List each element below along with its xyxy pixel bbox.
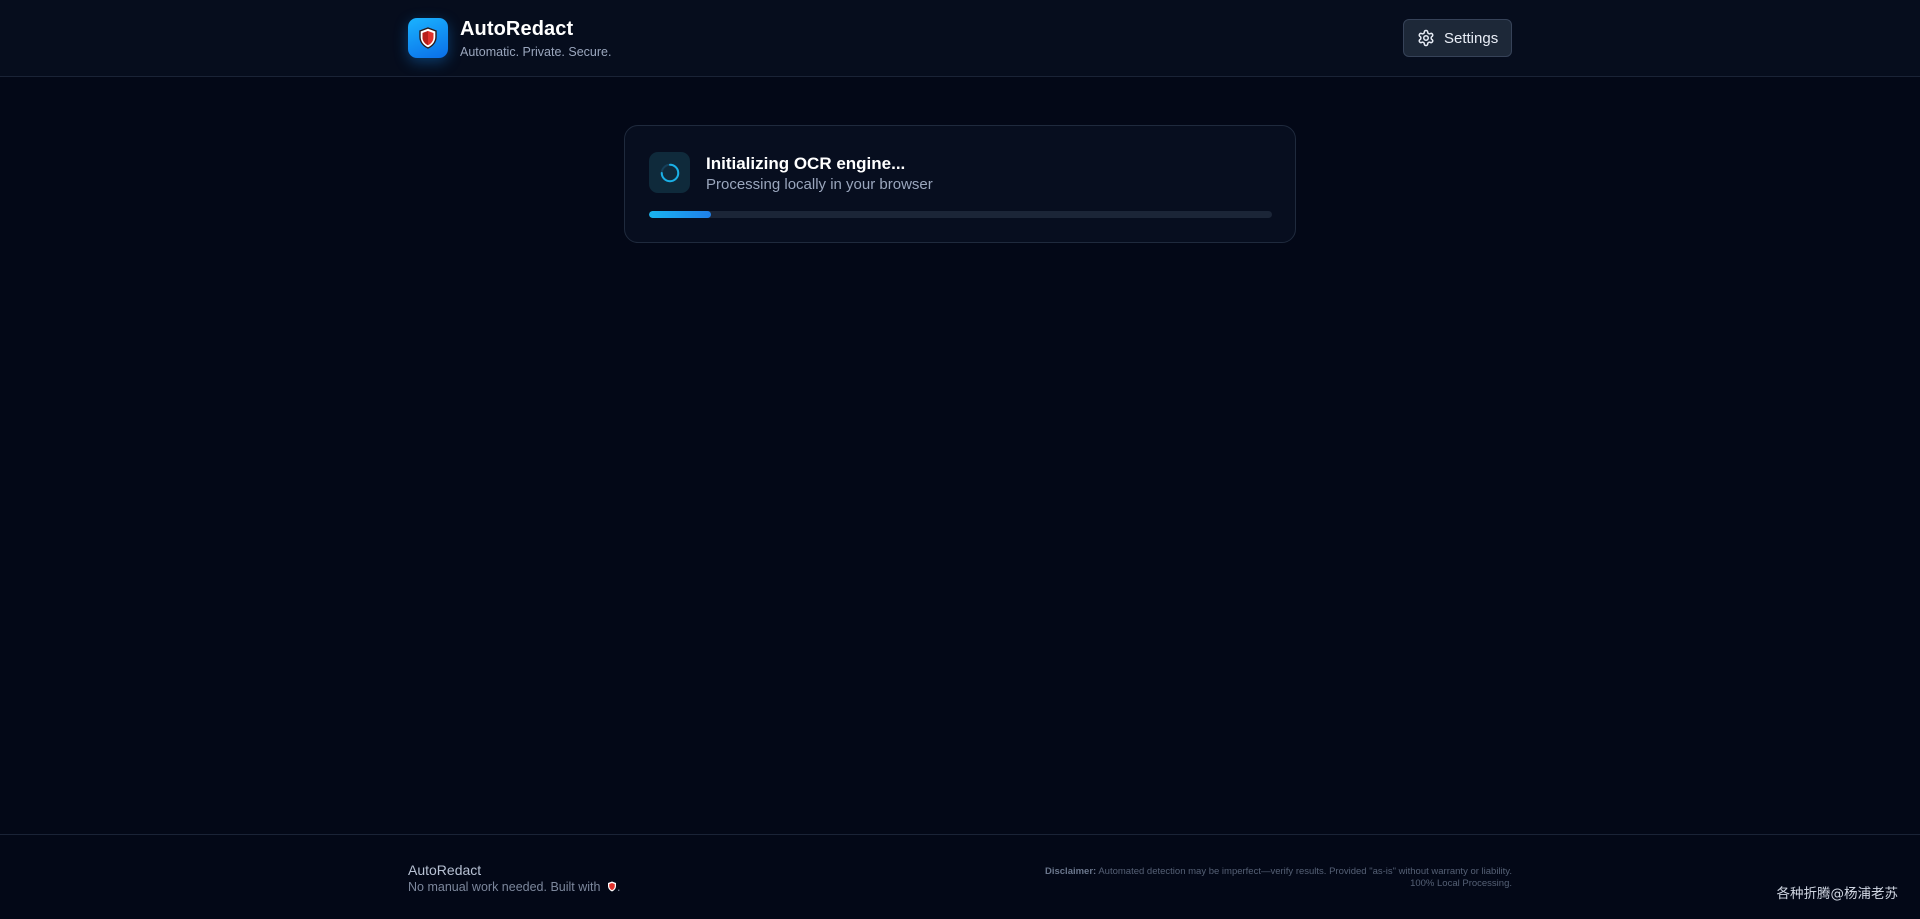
gear-icon <box>1418 29 1434 47</box>
ocr-loading-card: Initializing OCR engine... Processing lo… <box>624 125 1296 243</box>
footer-note-suffix: . <box>616 880 621 894</box>
header-inner: AutoRedact Automatic. Private. Secure. S… <box>408 0 1512 77</box>
settings-button[interactable]: Settings <box>1403 19 1512 57</box>
disclaimer-label: Disclaimer: <box>1044 866 1097 877</box>
spinner-icon <box>660 163 679 182</box>
app-tagline: Automatic. Private. Secure. <box>460 45 612 59</box>
app-header: AutoRedact Automatic. Private. Secure. S… <box>0 0 1920 77</box>
disclaimer-text: Automated detection may be imperfect—ver… <box>1098 866 1512 889</box>
footer-note: No manual work needed. Built with . <box>408 880 620 894</box>
brand-logo <box>408 18 448 58</box>
footer-note-text: No manual work needed. Built with <box>408 880 601 894</box>
progress-bar <box>649 211 1272 218</box>
watermark: 各种折腾@杨浦老苏 <box>1776 886 1899 902</box>
footer-disclaimer: Disclaimer: Automated detection may be i… <box>1042 866 1512 890</box>
shield-icon <box>419 27 437 49</box>
shield-icon <box>607 881 616 892</box>
settings-label: Settings <box>1444 29 1499 47</box>
loading-title: Initializing OCR engine... <box>706 154 906 173</box>
loading-subtitle: Processing locally in your browser <box>706 176 933 193</box>
footer-brand: AutoRedact <box>408 862 482 878</box>
spinner-container <box>649 152 690 193</box>
app-footer: AutoRedact No manual work needed. Built … <box>0 834 1920 919</box>
progress-fill <box>649 211 712 218</box>
footer-inner: AutoRedact No manual work needed. Built … <box>408 835 1512 919</box>
app-title: AutoRedact <box>460 18 574 40</box>
app-root: AutoRedact Automatic. Private. Secure. S… <box>0 0 1920 919</box>
